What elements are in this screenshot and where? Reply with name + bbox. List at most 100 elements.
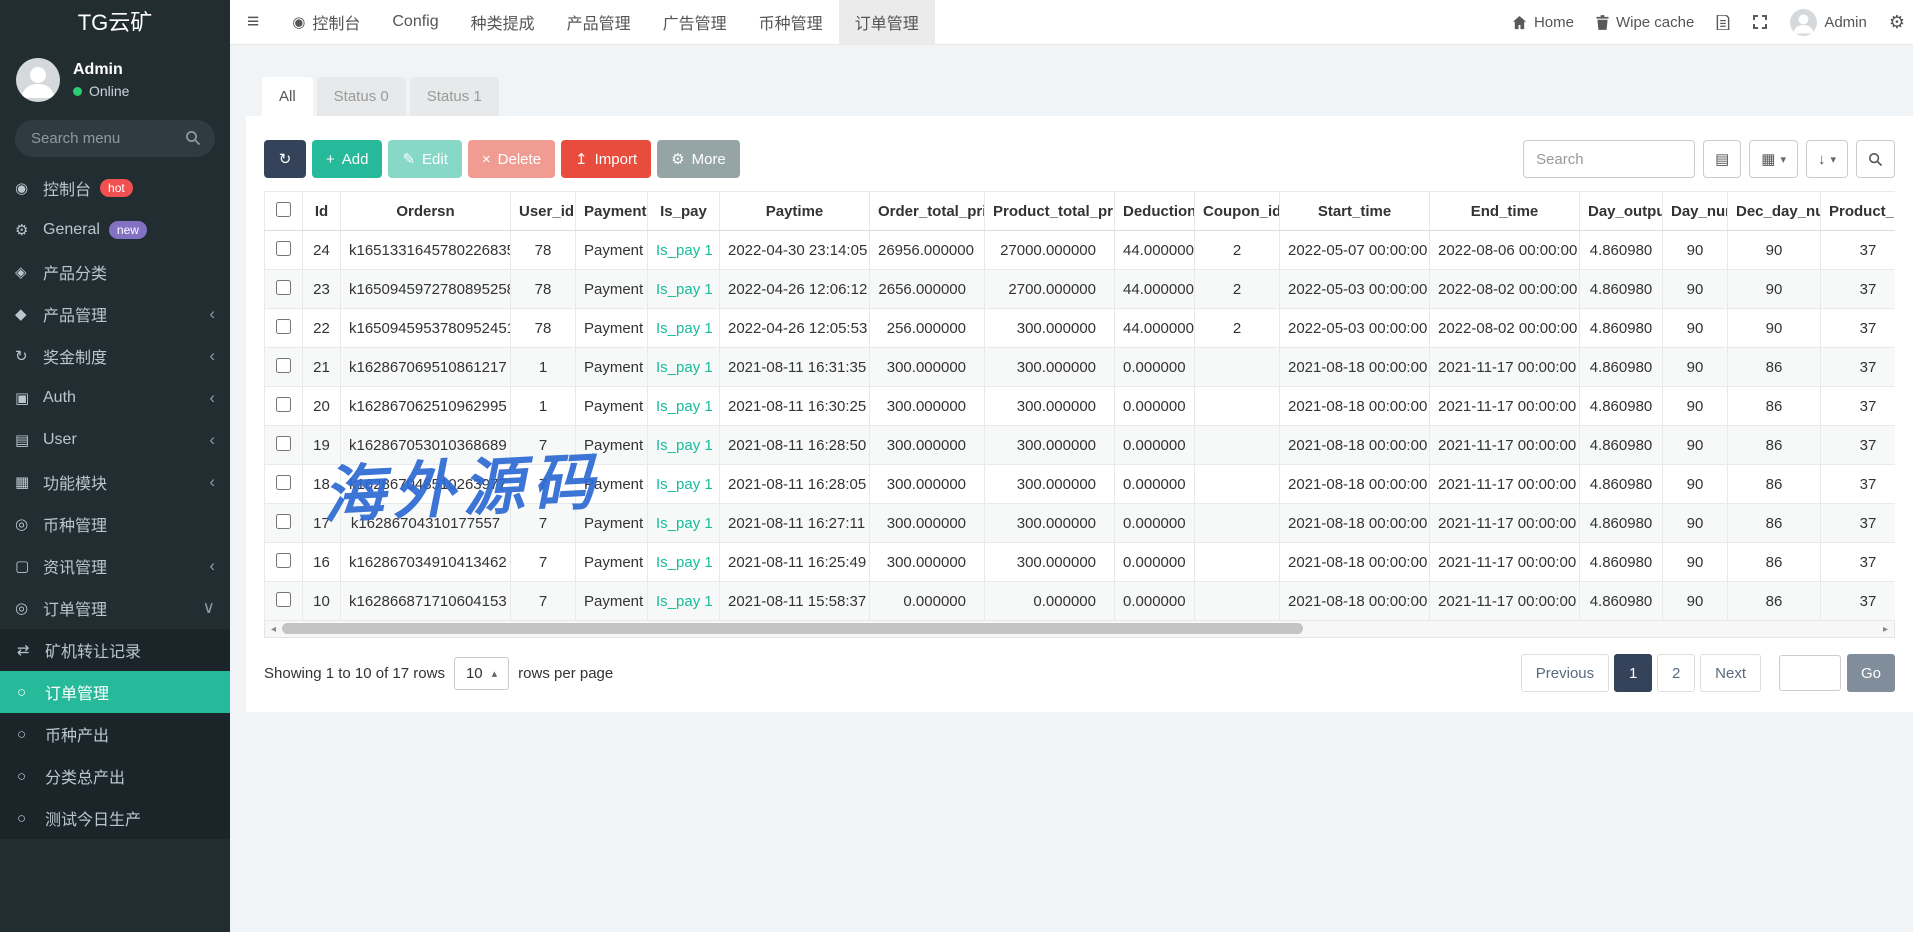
row-checkbox[interactable] <box>276 319 291 334</box>
page-size-select[interactable]: 10 ▴ <box>454 657 509 690</box>
table-row: 17k162867043101775577Payment 1Is_pay 120… <box>265 504 1896 543</box>
table-footer: Showing 1 to 10 of 17 rows 10 ▴ rows per… <box>264 654 1895 692</box>
row-checkbox[interactable] <box>276 241 291 256</box>
sidebar-item-5[interactable]: ↻奖金制度‹ <box>0 335 230 377</box>
select-all-checkbox[interactable] <box>276 202 291 217</box>
sidebar-subitem-4[interactable]: ○分类总产出 <box>0 755 230 797</box>
column-header[interactable]: Product_total_price <box>985 192 1115 231</box>
log-button[interactable] <box>1716 15 1730 30</box>
column-header[interactable]: Paytime <box>720 192 870 231</box>
topnav-item-2[interactable]: Config <box>376 0 454 45</box>
next-page-button[interactable]: Next <box>1700 654 1761 692</box>
row-checkbox[interactable] <box>276 514 291 529</box>
sidebar-item-1[interactable]: ◉控制台hot <box>0 167 230 209</box>
topnav-item-1[interactable]: ◉控制台 <box>276 0 376 45</box>
cell: 86 <box>1728 582 1821 621</box>
column-header[interactable]: Is_pay <box>648 192 720 231</box>
sidebar-item-6[interactable]: ▣Auth‹ <box>0 377 230 419</box>
column-header[interactable]: Payment <box>576 192 648 231</box>
column-header[interactable]: User_id <box>511 192 576 231</box>
home-button[interactable]: Home <box>1512 14 1574 31</box>
column-header[interactable]: Ordersn <box>341 192 511 231</box>
import-button[interactable]: ↥Import <box>561 140 651 178</box>
column-header[interactable]: Deduction <box>1115 192 1195 231</box>
table-search-input[interactable] <box>1523 140 1695 178</box>
go-button[interactable]: Go <box>1847 654 1895 692</box>
toggle-view-button[interactable]: ▤ <box>1703 140 1741 178</box>
row-checkbox[interactable] <box>276 358 291 373</box>
add-button[interactable]: +Add <box>312 140 382 178</box>
sidebar-search <box>15 120 215 157</box>
trash-icon: × <box>482 151 491 168</box>
sidebar-item-9[interactable]: ◎币种管理 <box>0 503 230 545</box>
tab-1[interactable]: All <box>262 77 313 116</box>
topnav-item-4[interactable]: 产品管理 <box>551 0 647 45</box>
column-header[interactable]: Day_output <box>1580 192 1663 231</box>
cell: 2021-08-18 00:00:00 <box>1280 582 1430 621</box>
sidebar-subitem-2[interactable]: ○订单管理 <box>0 671 230 713</box>
row-checkbox[interactable] <box>276 592 291 607</box>
sidebar-subitem-3[interactable]: ○币种产出 <box>0 713 230 755</box>
column-header[interactable]: Day_num <box>1663 192 1728 231</box>
cell: 37 <box>1821 270 1896 309</box>
scrollbar-track[interactable] <box>282 621 1877 637</box>
sidebar-subitem-1[interactable]: ⇄矿机转让记录 <box>0 629 230 671</box>
column-header[interactable]: End_time <box>1430 192 1580 231</box>
column-header[interactable]: Start_time <box>1280 192 1430 231</box>
admin-menu[interactable]: Admin <box>1790 9 1867 36</box>
cell: Payment 1 <box>576 387 648 426</box>
sidebar-toggle-icon[interactable]: ≡ <box>230 10 276 34</box>
edit-button[interactable]: ✎Edit <box>388 140 461 178</box>
sidebar-item-7[interactable]: ▤User‹ <box>0 419 230 461</box>
cell: 90 <box>1663 582 1728 621</box>
sidebar-item-8[interactable]: ▦功能模块‹ <box>0 461 230 503</box>
scrollbar-thumb[interactable] <box>282 623 1303 634</box>
delete-button[interactable]: ×Delete <box>468 140 555 178</box>
cell: 37 <box>1821 309 1896 348</box>
search-toggle-button[interactable] <box>1856 140 1895 178</box>
sidebar-item-10[interactable]: ▢资讯管理‹ <box>0 545 230 587</box>
goto-page-input[interactable] <box>1779 655 1841 691</box>
tab-3[interactable]: Status 1 <box>410 77 499 116</box>
topnav-item-7[interactable]: 订单管理 <box>839 0 935 45</box>
sidebar-item-2[interactable]: ⚙Generalnew <box>0 209 230 251</box>
fullscreen-button[interactable] <box>1752 14 1768 30</box>
column-header[interactable]: Coupon_ids <box>1195 192 1280 231</box>
sidebar-item-3[interactable]: ◈产品分类 <box>0 251 230 293</box>
row-checkbox[interactable] <box>276 475 291 490</box>
column-header[interactable]: Id <box>303 192 341 231</box>
topnav-item-6[interactable]: 币种管理 <box>743 0 839 45</box>
column-header[interactable]: Dec_day_num <box>1728 192 1821 231</box>
columns-button[interactable]: ▦▾ <box>1749 140 1798 178</box>
scroll-right-icon[interactable]: ▸ <box>1877 624 1894 635</box>
cell: 300.000000 <box>985 309 1115 348</box>
row-checkbox[interactable] <box>276 436 291 451</box>
row-checkbox[interactable] <box>276 397 291 412</box>
sidebar-item-4[interactable]: ◆产品管理‹ <box>0 293 230 335</box>
column-header[interactable]: Order_total_price <box>870 192 985 231</box>
page-button-1[interactable]: 1 <box>1614 654 1652 692</box>
topnav-item-5[interactable]: 广告管理 <box>647 0 743 45</box>
tab-2[interactable]: Status 0 <box>317 77 406 116</box>
page-button-2[interactable]: 2 <box>1657 654 1695 692</box>
cell: 4.860980 <box>1580 582 1663 621</box>
previous-page-button[interactable]: Previous <box>1521 654 1609 692</box>
row-checkbox[interactable] <box>276 553 291 568</box>
more-button[interactable]: ⚙More <box>657 140 740 178</box>
table-panel: ↻ +Add ✎Edit ×Delete ↥Import ⚙More ▤ ▦▾ … <box>246 116 1913 712</box>
scroll-left-icon[interactable]: ◂ <box>265 624 282 635</box>
user-panel: Admin Online <box>0 46 230 112</box>
row-checkbox[interactable] <box>276 280 291 295</box>
app-title: TG云矿 <box>0 0 230 46</box>
cell: 2 <box>1195 309 1280 348</box>
sidebar-subitem-5[interactable]: ○测试今日生产 <box>0 797 230 839</box>
topnav-item-label: 产品管理 <box>567 10 631 34</box>
sidebar-item-11[interactable]: ◎订单管理∨ <box>0 587 230 629</box>
cell <box>1195 582 1280 621</box>
wipe-cache-button[interactable]: Wipe cache <box>1596 14 1694 31</box>
settings-button[interactable]: ⚙ <box>1889 12 1905 33</box>
column-header[interactable]: Product_id <box>1821 192 1896 231</box>
topnav-item-3[interactable]: 种类提成 <box>455 0 551 45</box>
export-button[interactable]: ↓▾ <box>1806 140 1848 178</box>
refresh-button[interactable]: ↻ <box>264 140 306 178</box>
